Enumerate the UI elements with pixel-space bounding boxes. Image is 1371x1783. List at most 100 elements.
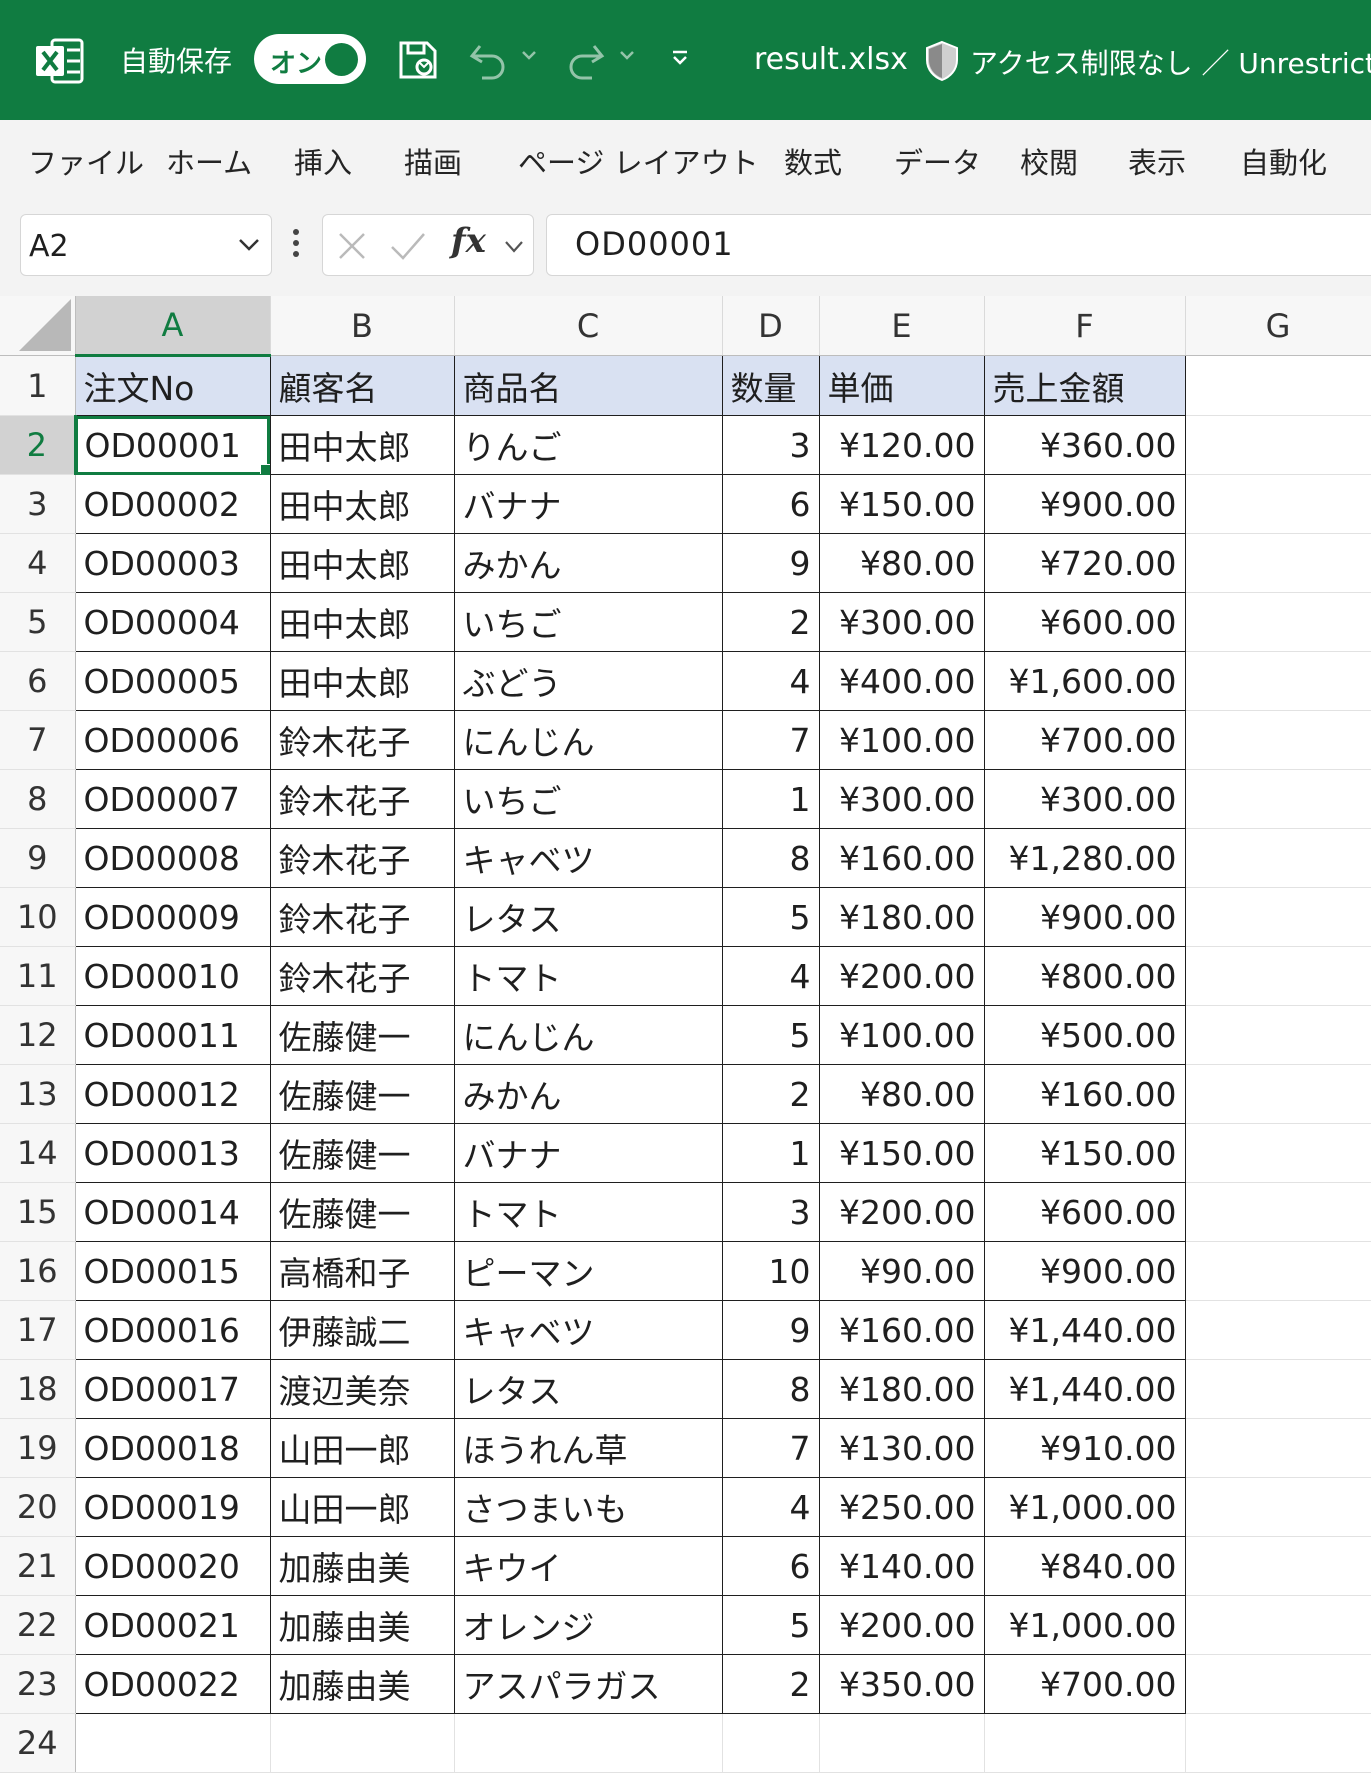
undo-dropdown-icon[interactable] xyxy=(520,46,538,64)
cell[interactable] xyxy=(722,1713,820,1773)
cell[interactable] xyxy=(1185,592,1371,652)
tab-draw[interactable]: 描画 xyxy=(404,140,462,182)
cell[interactable] xyxy=(1185,651,1371,711)
cell[interactable]: キウイ xyxy=(454,1536,723,1596)
cell[interactable]: 3 xyxy=(722,1182,820,1242)
cell[interactable]: ¥80.00 xyxy=(819,533,985,593)
cell[interactable]: 鈴木花子 xyxy=(270,828,455,888)
cell[interactable]: 田中太郎 xyxy=(270,474,455,534)
row-header[interactable]: 3 xyxy=(0,474,76,534)
customize-toolbar-icon[interactable] xyxy=(668,46,692,70)
cell[interactable]: ¥500.00 xyxy=(984,1005,1186,1065)
cell[interactable] xyxy=(1185,1182,1371,1242)
cell[interactable] xyxy=(1185,415,1371,475)
row-header[interactable]: 9 xyxy=(0,828,76,888)
cell[interactable]: レタス xyxy=(454,887,723,947)
column-header-b[interactable]: B xyxy=(270,296,455,356)
tab-insert[interactable]: 挿入 xyxy=(294,140,352,182)
cell[interactable] xyxy=(1185,1300,1371,1360)
chevron-down-icon[interactable] xyxy=(237,237,261,253)
cell[interactable]: ¥100.00 xyxy=(819,1005,985,1065)
cell[interactable] xyxy=(270,1713,455,1773)
cell[interactable]: OD00005 xyxy=(75,651,271,711)
cell[interactable]: ¥300.00 xyxy=(819,769,985,829)
cell[interactable]: ¥700.00 xyxy=(984,1654,1186,1714)
cell[interactable]: ¥150.00 xyxy=(984,1123,1186,1183)
cell[interactable]: 2 xyxy=(722,1064,820,1124)
cell[interactable]: ¥300.00 xyxy=(819,592,985,652)
cell[interactable]: ¥900.00 xyxy=(984,1241,1186,1301)
column-header-f[interactable]: F xyxy=(984,296,1186,356)
cell[interactable] xyxy=(454,1713,723,1773)
row-header[interactable]: 22 xyxy=(0,1595,76,1655)
cell[interactable]: 佐藤健一 xyxy=(270,1123,455,1183)
cell[interactable]: 9 xyxy=(722,1300,820,1360)
row-header[interactable]: 13 xyxy=(0,1064,76,1124)
cell[interactable]: OD00013 xyxy=(75,1123,271,1183)
row-header[interactable]: 6 xyxy=(0,651,76,711)
cell[interactable]: 3 xyxy=(722,415,820,475)
cell[interactable]: ¥1,000.00 xyxy=(984,1477,1186,1537)
cell[interactable]: 1 xyxy=(722,769,820,829)
cell[interactable]: りんご xyxy=(454,415,723,475)
cell[interactable]: OD00006 xyxy=(75,710,271,770)
cell[interactable]: ¥200.00 xyxy=(819,946,985,1006)
row-header[interactable]: 16 xyxy=(0,1241,76,1301)
cell[interactable]: 田中太郎 xyxy=(270,533,455,593)
cell[interactable]: ¥1,280.00 xyxy=(984,828,1186,888)
cell[interactable]: ¥180.00 xyxy=(819,1359,985,1419)
cell[interactable]: ¥180.00 xyxy=(819,887,985,947)
tab-page-layout[interactable]: ページ レイアウト xyxy=(518,140,759,182)
cell[interactable]: 数量 xyxy=(722,355,820,416)
cell[interactable]: ¥1,440.00 xyxy=(984,1300,1186,1360)
excel-logo-icon[interactable] xyxy=(36,38,84,84)
tab-review[interactable]: 校閲 xyxy=(1020,140,1078,182)
cell[interactable]: アスパラガス xyxy=(454,1654,723,1714)
cell[interactable]: いちご xyxy=(454,769,723,829)
cell[interactable]: 5 xyxy=(722,1005,820,1065)
tab-file[interactable]: ファイル xyxy=(28,140,144,182)
row-header[interactable]: 12 xyxy=(0,1005,76,1065)
cell[interactable]: トマト xyxy=(454,1182,723,1242)
cell[interactable]: ¥1,000.00 xyxy=(984,1595,1186,1655)
active-cell[interactable]: OD00001 xyxy=(75,415,271,475)
cell[interactable]: 10 xyxy=(722,1241,820,1301)
column-header-e[interactable]: E xyxy=(819,296,985,356)
cell[interactable]: 8 xyxy=(722,1359,820,1419)
cell[interactable]: ¥720.00 xyxy=(984,533,1186,593)
tab-formulas[interactable]: 数式 xyxy=(784,140,842,182)
row-header[interactable]: 18 xyxy=(0,1359,76,1419)
cell[interactable]: 伊藤誠二 xyxy=(270,1300,455,1360)
tab-home[interactable]: ホーム xyxy=(166,140,252,182)
cell[interactable]: キャベツ xyxy=(454,828,723,888)
cell[interactable] xyxy=(1185,887,1371,947)
cell[interactable] xyxy=(1185,1654,1371,1714)
cell[interactable]: 鈴木花子 xyxy=(270,769,455,829)
cell[interactable]: ¥130.00 xyxy=(819,1418,985,1478)
cell[interactable]: 鈴木花子 xyxy=(270,946,455,1006)
cell[interactable] xyxy=(984,1713,1186,1773)
row-header[interactable]: 17 xyxy=(0,1300,76,1360)
cell[interactable]: いちご xyxy=(454,592,723,652)
cell[interactable]: ¥900.00 xyxy=(984,474,1186,534)
cell[interactable]: ¥350.00 xyxy=(819,1654,985,1714)
row-header[interactable]: 5 xyxy=(0,592,76,652)
cell[interactable]: 鈴木花子 xyxy=(270,887,455,947)
cell[interactable]: OD00004 xyxy=(75,592,271,652)
cell[interactable]: 6 xyxy=(722,474,820,534)
cell[interactable]: OD00021 xyxy=(75,1595,271,1655)
cell[interactable]: 9 xyxy=(722,533,820,593)
cell[interactable]: 5 xyxy=(722,1595,820,1655)
tab-view[interactable]: 表示 xyxy=(1128,140,1186,182)
cell[interactable]: 5 xyxy=(722,887,820,947)
cell[interactable]: OD00016 xyxy=(75,1300,271,1360)
cell[interactable]: キャベツ xyxy=(454,1300,723,1360)
formula-input[interactable]: OD00001 xyxy=(546,214,1371,276)
cell[interactable]: トマト xyxy=(454,946,723,1006)
redo-icon[interactable] xyxy=(566,40,606,80)
cell[interactable]: 鈴木花子 xyxy=(270,710,455,770)
cell[interactable]: 加藤由美 xyxy=(270,1654,455,1714)
cell[interactable] xyxy=(1185,710,1371,770)
cell[interactable]: にんじん xyxy=(454,1005,723,1065)
cell[interactable]: 2 xyxy=(722,1654,820,1714)
